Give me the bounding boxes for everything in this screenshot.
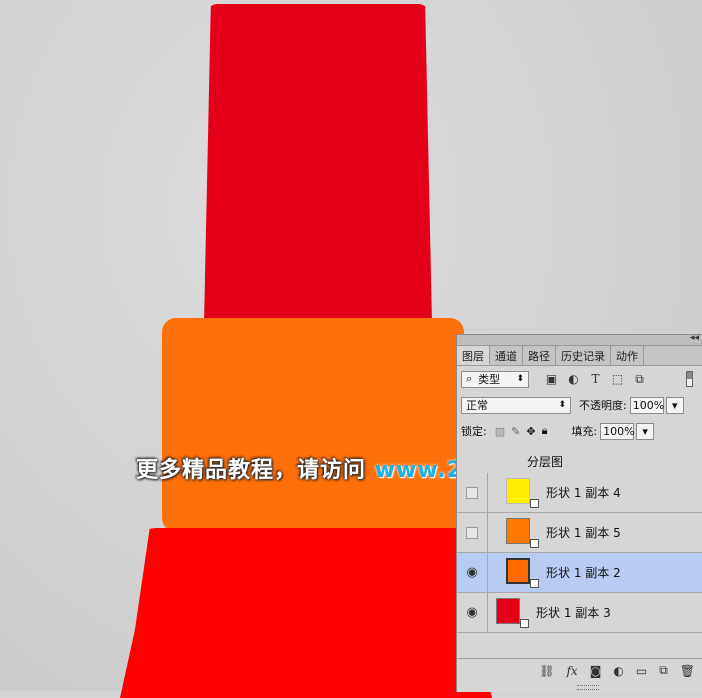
fx-icon[interactable]: fx xyxy=(566,664,577,678)
thumbnail-preview xyxy=(506,517,530,544)
shape-badge-icon xyxy=(530,498,539,508)
layer-thumbnail xyxy=(506,517,539,548)
blend-mode-value: 正常 xyxy=(466,399,488,412)
opacity-input[interactable]: 100% xyxy=(629,396,664,414)
shape-badge-icon xyxy=(520,618,529,628)
opacity-dropdown[interactable]: ▾ xyxy=(665,396,684,414)
hidden-checkbox xyxy=(466,486,478,499)
folder-icon[interactable]: ▭ xyxy=(636,664,647,678)
trash-icon[interactable]: 🗑︎ xyxy=(680,664,695,678)
lock-label: 锁定: xyxy=(461,425,487,438)
tab-channels[interactable]: 通道 xyxy=(490,346,523,365)
visibility-toggle[interactable] xyxy=(457,513,488,552)
tab-layers[interactable]: 图层 xyxy=(457,346,490,365)
layer-row-selected[interactable]: ◉ 形状 1 副本 2 xyxy=(457,553,702,593)
link-icon[interactable]: ⛓ xyxy=(539,664,554,678)
layer-row[interactable]: 形状 1 副本 4 xyxy=(457,473,702,513)
resize-grip[interactable] xyxy=(577,685,599,690)
blend-mode-select[interactable]: 正常 ⬍ xyxy=(461,396,571,414)
layer-list: 形状 1 副本 4 形状 1 副本 5 ◉ 形状 1 副本 2 ◉ 形状 1 副… xyxy=(457,473,702,633)
thumbnail-preview xyxy=(506,477,530,504)
layer-name: 形状 1 副本 5 xyxy=(546,526,621,540)
thumbnail-preview xyxy=(506,557,530,584)
image-filter-icon[interactable]: ▣ xyxy=(545,372,558,386)
updown-arrow-icon: ⬍ xyxy=(516,374,524,384)
layer-thumbnail xyxy=(496,597,529,628)
search-icon: ⌕ xyxy=(466,372,473,385)
mask-icon[interactable]: ◙ xyxy=(590,664,602,678)
collapse-icon[interactable]: ◂◂ xyxy=(690,333,699,343)
layer-name: 形状 1 副本 4 xyxy=(546,486,621,500)
panel-footer: ⛓ fx ◙ ◐ ▭ ⧉ 🗑︎ xyxy=(457,658,702,682)
adjustment-icon[interactable]: ◐ xyxy=(613,664,623,678)
visibility-toggle[interactable]: ◉ xyxy=(457,553,488,592)
visibility-toggle[interactable] xyxy=(457,473,488,512)
hidden-checkbox xyxy=(466,526,478,539)
layer-row[interactable]: 形状 1 副本 5 xyxy=(457,513,702,553)
smart-object-filter-icon[interactable]: ⧉ xyxy=(633,372,646,386)
filter-kind-label: 类型 xyxy=(478,373,501,386)
fill-label: 填充: xyxy=(571,425,598,438)
filter-kind-select[interactable]: ⌕ 类型 ⬍ xyxy=(461,370,529,388)
eye-icon: ◉ xyxy=(466,565,478,580)
updown-arrow-icon: ⬍ xyxy=(558,400,566,410)
adjustment-filter-icon[interactable]: ◐ xyxy=(567,372,580,386)
lock-paint-icon[interactable]: ✎ xyxy=(511,425,520,438)
middle-orange-shape xyxy=(162,318,464,532)
layer-name: 形状 1 副本 3 xyxy=(536,606,611,620)
tab-paths[interactable]: 路径 xyxy=(523,346,556,365)
layer-thumbnail xyxy=(506,557,539,588)
panel-tabs: 图层 通道 路径 历史记录 动作 xyxy=(457,346,702,366)
layer-name: 形状 1 副本 2 xyxy=(546,566,621,580)
opacity-label: 不透明度: xyxy=(579,399,627,412)
fill-dropdown[interactable]: ▾ xyxy=(636,422,655,440)
lock-move-icon[interactable]: ✥ xyxy=(526,425,535,438)
thumbnail-preview xyxy=(496,597,520,624)
tab-actions[interactable]: 动作 xyxy=(611,346,644,365)
shape-badge-icon xyxy=(530,578,539,588)
lock-all-icon[interactable]: 🔒︎ xyxy=(542,424,548,438)
fill-input[interactable]: 100% xyxy=(600,422,635,440)
blend-row: 正常 ⬍ 不透明度: 100% ▾ xyxy=(457,392,702,418)
top-red-shape xyxy=(204,4,432,324)
type-filter-icon[interactable]: T xyxy=(589,372,602,386)
bottom-red-shape xyxy=(120,528,492,698)
lock-row: 锁定: ▨ ✎ ✥ 🔒︎ 填充: 100% ▾ xyxy=(457,418,702,444)
lock-transparent-icon[interactable]: ▨ xyxy=(495,425,505,438)
panel-title-bar[interactable]: ◂◂ xyxy=(457,333,702,346)
group-layer[interactable]: 分层图 xyxy=(457,453,702,469)
new-layer-icon[interactable]: ⧉ xyxy=(659,663,668,678)
visibility-toggle[interactable]: ◉ xyxy=(457,593,488,632)
watermark-text: 更多精品教程，请访问 xyxy=(136,458,367,483)
eye-icon: ◉ xyxy=(466,605,478,620)
shape-badge-icon xyxy=(530,538,539,548)
group-name: 分层图 xyxy=(527,454,564,469)
filter-toggle[interactable] xyxy=(686,371,693,387)
layer-row[interactable]: ◉ 形状 1 副本 3 xyxy=(457,593,702,633)
layers-panel: ◂◂ 图层 通道 路径 历史记录 动作 ⌕ 类型 ⬍ ▣ ◐ T ⬚ ⧉ 正常 … xyxy=(456,333,702,692)
layer-thumbnail xyxy=(506,477,539,508)
filter-row: ⌕ 类型 ⬍ ▣ ◐ T ⬚ ⧉ xyxy=(457,366,702,392)
shape-filter-icon[interactable]: ⬚ xyxy=(611,372,624,386)
tab-history[interactable]: 历史记录 xyxy=(556,346,611,365)
